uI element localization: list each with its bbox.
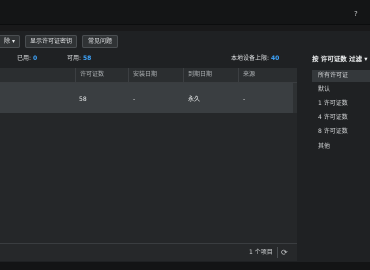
local-limit-value: 40 bbox=[270, 55, 280, 62]
table-row[interactable]: 58 - 永久 - bbox=[0, 83, 293, 113]
bottom-edge bbox=[0, 262, 370, 270]
filter-item-other[interactable]: 其他 bbox=[312, 141, 370, 153]
used-label: 已用: bbox=[17, 55, 32, 62]
filter-item-8-licenses[interactable]: 8 许可证数 bbox=[312, 126, 370, 138]
available-label: 可用: bbox=[67, 55, 82, 62]
filter-item-1-license[interactable]: 1 许可证数 bbox=[312, 98, 370, 110]
column-header-license-count[interactable]: 许可证数 bbox=[75, 68, 127, 82]
title-bar bbox=[0, 0, 370, 24]
table-footer: 1 个项目 ⟳ bbox=[0, 243, 297, 261]
filter-item-4-licenses[interactable]: 4 许可证数 bbox=[312, 112, 370, 124]
show-license-key-button[interactable]: 显示许可证密钥 bbox=[25, 35, 77, 48]
footer-divider bbox=[277, 247, 278, 258]
local-limit-stat: 本地设备上限: 40 bbox=[231, 55, 279, 63]
column-header-source[interactable]: 来源 bbox=[238, 68, 293, 82]
column-header-expiry-date[interactable]: 到期日期 bbox=[183, 68, 237, 82]
used-stat: 已用: 0 bbox=[17, 55, 37, 63]
license-table: 许可证数 安装日期 到期日期 来源 58 - 永久 - bbox=[0, 68, 297, 260]
table-scrollbar[interactable] bbox=[293, 83, 297, 113]
local-limit-label: 本地设备上限: bbox=[231, 55, 270, 62]
filter-item-all-licenses[interactable]: 所有许可证 bbox=[312, 70, 370, 82]
filter-dropdown[interactable]: 按 许可证数 过滤 ▾ bbox=[312, 55, 368, 63]
filter-item-default[interactable]: 默认 bbox=[312, 84, 370, 96]
cell-source: - bbox=[243, 96, 246, 103]
cell-license-count: 58 bbox=[79, 96, 87, 103]
table-header: 许可证数 安装日期 到期日期 来源 bbox=[0, 68, 297, 83]
help-icon[interactable]: ? bbox=[354, 10, 358, 18]
cell-expiry-date: 永久 bbox=[188, 96, 201, 103]
remove-dropdown-button[interactable]: 除 ▾ bbox=[0, 35, 20, 48]
available-stat: 可用: 58 bbox=[67, 55, 91, 63]
column-header-install-date[interactable]: 安装日期 bbox=[128, 68, 182, 82]
header-strip bbox=[0, 25, 370, 31]
used-value: 0 bbox=[32, 55, 38, 62]
faq-button[interactable]: 常见问题 bbox=[82, 35, 118, 48]
refresh-icon[interactable]: ⟳ bbox=[281, 248, 288, 257]
cell-install-date: - bbox=[133, 96, 136, 103]
available-value: 58 bbox=[82, 55, 92, 62]
item-count: 1 个项目 bbox=[249, 249, 273, 256]
